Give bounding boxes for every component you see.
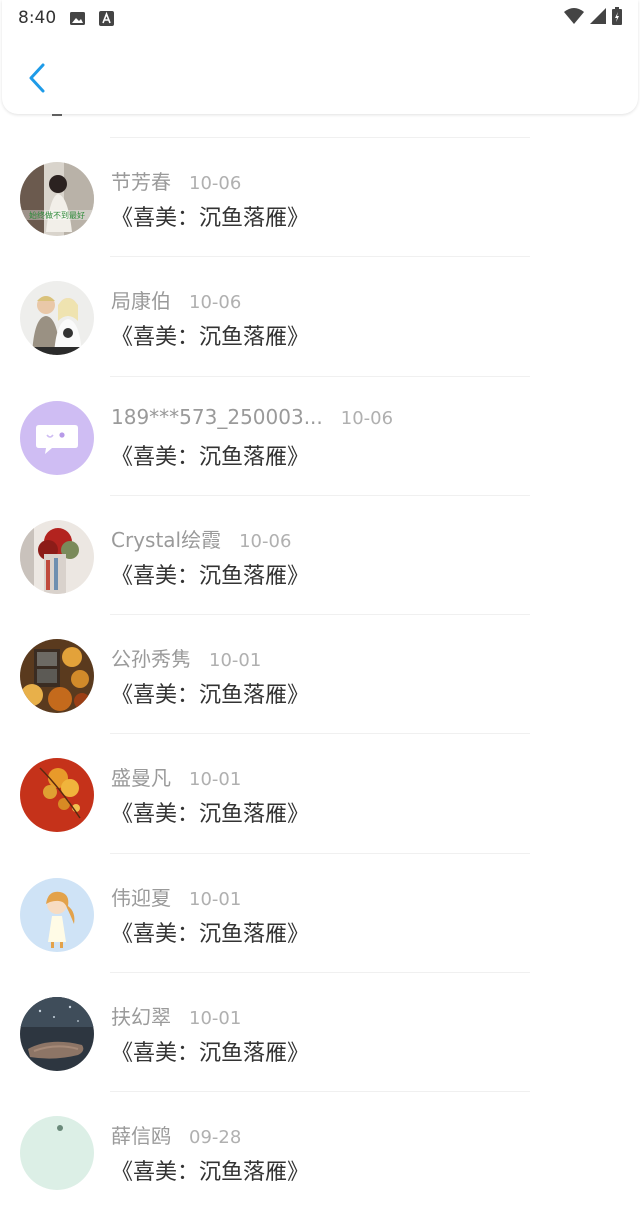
avatar[interactable] xyxy=(20,639,94,714)
list-item-partial xyxy=(52,114,530,138)
user-name[interactable]: 节芳春 xyxy=(111,166,171,195)
comment-date: 10-06 xyxy=(189,173,242,194)
comment-text: 《喜美：沉鱼落雁》 xyxy=(111,1160,310,1186)
avatar[interactable] xyxy=(20,400,94,475)
list-item[interactable]: Crystal绘霞 10-06 《喜美：沉鱼落雁》 xyxy=(0,496,640,616)
comment-date: 10-01 xyxy=(189,1008,242,1030)
avatar[interactable] xyxy=(20,997,94,1072)
text-fragment xyxy=(52,114,62,116)
avatar[interactable] xyxy=(20,758,94,833)
avatar[interactable] xyxy=(20,519,94,594)
list-item[interactable]: 伟迎夏 10-01 《喜美：沉鱼落雁》 xyxy=(0,854,640,974)
wifi-icon xyxy=(564,7,584,29)
signal-icon xyxy=(590,7,606,29)
comment-date: 10-06 xyxy=(189,292,242,314)
list-item[interactable]: 局康伯 10-06 《喜美：沉鱼落雁》 xyxy=(0,257,640,377)
comment-date: 10-01 xyxy=(209,650,262,672)
avatar[interactable]: 始终做不到最好 xyxy=(20,162,94,236)
comment-text: 《喜美：沉鱼落雁》 xyxy=(111,683,310,709)
list-item[interactable]: 薛信鸥 09-28 《喜美：沉鱼落雁》 xyxy=(0,1092,640,1211)
list-item[interactable]: 189***573_250003... 10-06 《喜美：沉鱼落雁》 xyxy=(0,377,640,496)
comment-text: 《喜美：沉鱼落雁》 xyxy=(111,802,310,828)
user-name[interactable]: 伟迎夏 xyxy=(111,882,171,911)
avatar[interactable] xyxy=(20,1116,94,1191)
list-item[interactable]: 盛曼凡 10-01 《喜美：沉鱼落雁》 xyxy=(0,734,640,854)
user-name[interactable]: 公孙秀隽 xyxy=(111,643,191,672)
user-name[interactable]: Crystal绘霞 xyxy=(111,524,221,553)
avatar-caption: 始终做不到最好 xyxy=(29,210,85,220)
status-bar: 8:40 xyxy=(0,0,640,36)
back-button[interactable] xyxy=(22,60,52,100)
status-time: 8:40 xyxy=(18,8,57,28)
comment-date: 10-01 xyxy=(189,769,242,791)
list-item[interactable]: 扶幻翠 10-01 《喜美：沉鱼落雁》 xyxy=(0,973,640,1093)
comment-date: 10-01 xyxy=(189,888,242,910)
comment-text: 《喜美：沉鱼落雁》 xyxy=(111,1041,310,1067)
battery-icon xyxy=(612,6,622,30)
comment-date: 10-06 xyxy=(239,530,292,552)
comment-text: 《喜美：沉鱼落雁》 xyxy=(111,325,310,351)
user-name[interactable]: 189***573_250003... xyxy=(111,405,323,429)
user-name[interactable]: 薛信鸥 xyxy=(111,1120,171,1149)
chevron-left-icon xyxy=(27,62,47,98)
comment-text: 《喜美：沉鱼落雁》 xyxy=(111,444,310,470)
list-item[interactable]: 公孙秀隽 10-01 《喜美：沉鱼落雁》 xyxy=(0,615,640,735)
image-icon xyxy=(70,11,86,26)
keyboard-a-icon xyxy=(99,10,115,26)
user-name[interactable]: 扶幻翠 xyxy=(111,1001,171,1030)
comment-text: 《喜美：沉鱼落雁》 xyxy=(111,563,310,589)
comment-list: 始终做不到最好 节芳春 10-06 《喜美：沉鱼落雁》 局康伯 10-06 《喜… xyxy=(0,114,640,1212)
list-item[interactable]: 始终做不到最好 节芳春 10-06 《喜美：沉鱼落雁》 xyxy=(0,138,640,258)
comment-text: 《喜美：沉鱼落雁》 xyxy=(111,206,310,231)
avatar[interactable] xyxy=(20,281,94,356)
user-name[interactable]: 局康伯 xyxy=(111,285,171,314)
comment-date: 10-06 xyxy=(340,407,394,429)
user-name[interactable]: 盛曼凡 xyxy=(111,762,171,791)
comment-text: 《喜美：沉鱼落雁》 xyxy=(111,921,310,947)
avatar[interactable] xyxy=(20,877,94,952)
